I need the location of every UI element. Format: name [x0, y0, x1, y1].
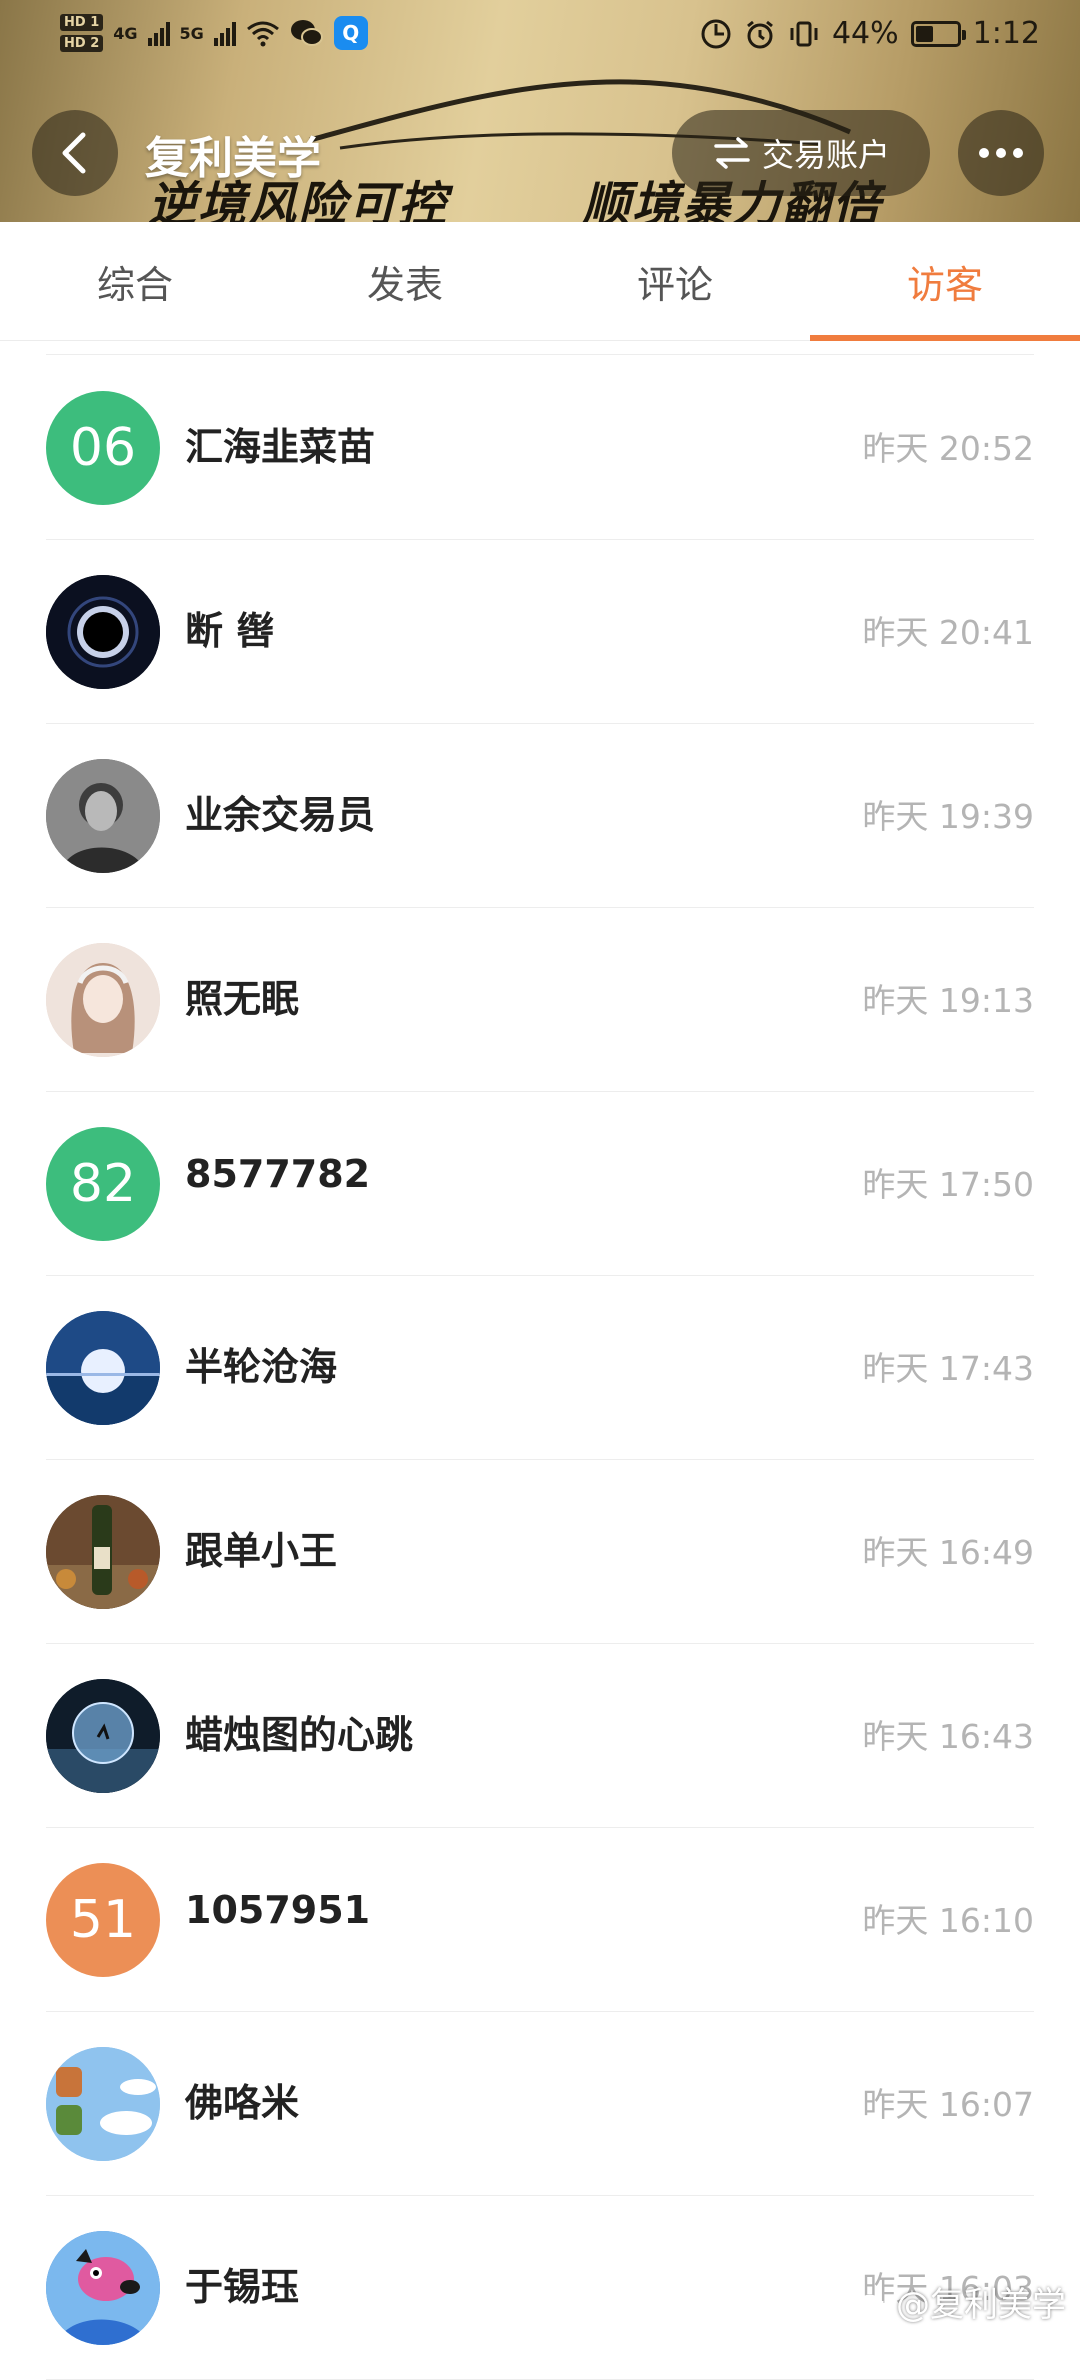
data-saver-icon: [701, 19, 731, 48]
status-bar: HD 1 HD 2 4G 5G Q 44% 1:12: [0, 0, 1080, 80]
visit-time: 昨天 17:50: [862, 1165, 1034, 1204]
more-options-button[interactable]: [958, 110, 1044, 196]
visitor-row[interactable]: 蜡烛图的心跳 昨天 16:43: [0, 1644, 1080, 1828]
visitor-list: 06 汇海韭菜苗 昨天 20:52 断 辔 昨天 20:41 业余交易员 昨天 19:39 照…: [0, 354, 1080, 2380]
wechat-icon: [290, 20, 323, 46]
tab-posts[interactable]: 发表: [270, 222, 540, 340]
number-avatar[interactable]: 51: [46, 1863, 160, 1977]
network-type-1: 4G: [113, 23, 138, 43]
visitor-row[interactable]: 51 1057951 昨天 16:10: [0, 1828, 1080, 2012]
hd-indicator: HD 1 HD 2: [60, 14, 104, 52]
moon-sea-avatar[interactable]: [46, 1311, 160, 1425]
watermark-text: @复利美学: [896, 2285, 1066, 2325]
list-divider: [46, 354, 1034, 355]
visit-time: 昨天 17:43: [862, 1349, 1034, 1388]
visit-time: 昨天 16:10: [862, 1901, 1034, 1940]
signal-icon-2: [213, 20, 236, 46]
chevron-left-icon: [62, 132, 86, 174]
alarm-icon: [747, 20, 773, 48]
cartoon-dog-avatar[interactable]: [46, 2231, 160, 2345]
number-avatar[interactable]: 06: [46, 391, 160, 505]
visitor-row[interactable]: 照无眠 昨天 19:13: [0, 908, 1080, 1092]
network-type-2: 5G: [179, 23, 204, 43]
qq-icon: Q: [333, 16, 368, 50]
watermark: @复利美学: [850, 2277, 1066, 2326]
visitor-name[interactable]: 断 辔: [185, 600, 274, 655]
profile-tabs: 综合 发表 评论 访客: [0, 222, 1080, 341]
visitor-name[interactable]: 跟单小王: [185, 1520, 337, 1575]
sky-cartoon-avatar[interactable]: [46, 2047, 160, 2161]
clock-time: 1:12: [972, 16, 1040, 51]
visit-time: 昨天 16:49: [862, 1533, 1034, 1572]
watermark-logo-icon: [856, 2294, 884, 2316]
hd2-badge: HD 2: [60, 35, 104, 52]
man-portrait-avatar[interactable]: [46, 759, 160, 873]
battery-icon: [910, 20, 966, 47]
back-button[interactable]: [32, 110, 118, 196]
visitor-row[interactable]: 半轮沧海 昨天 17:43: [0, 1276, 1080, 1460]
trading-account-button[interactable]: 交易账户: [672, 110, 930, 196]
visit-time: 昨天 20:41: [862, 613, 1034, 652]
more-dot-icon: [1013, 148, 1023, 158]
tab-comments[interactable]: 评论: [540, 222, 810, 340]
signal-icon: [147, 20, 170, 46]
visitor-name[interactable]: 蜡烛图的心跳: [185, 1704, 413, 1759]
visitor-name[interactable]: 佛咯米: [185, 2072, 299, 2127]
visitor-name[interactable]: 汇海韭菜苗: [185, 416, 375, 471]
visitor-row[interactable]: 断 辔 昨天 20:41: [0, 540, 1080, 724]
visitor-name[interactable]: 业余交易员: [185, 784, 375, 839]
trading-account-label: 交易账户: [761, 136, 890, 174]
header-banner: HD 1 HD 2 4G 5G Q 44% 1:12 逆境风险可控 顺境暴力翻倍…: [0, 0, 1080, 222]
visitor-row[interactable]: 跟单小王 昨天 16:49: [0, 1460, 1080, 1644]
number-avatar[interactable]: 82: [46, 1127, 160, 1241]
visitor-row[interactable]: 佛咯米 昨天 16:07: [0, 2012, 1080, 2196]
visit-time: 昨天 19:39: [862, 797, 1034, 836]
girl-illustration-avatar[interactable]: [46, 943, 160, 1057]
visitor-name[interactable]: 照无眠: [185, 968, 299, 1023]
page-title: 复利美学: [145, 133, 321, 184]
glass-sphere-avatar[interactable]: [46, 1679, 160, 1793]
visitor-name[interactable]: 8577782: [185, 1152, 370, 1196]
tab-visitors[interactable]: 访客: [810, 222, 1080, 341]
visitor-name[interactable]: 1057951: [185, 1888, 370, 1932]
wine-bottle-avatar[interactable]: [46, 1495, 160, 1609]
visitor-row[interactable]: 06 汇海韭菜苗 昨天 20:52: [0, 356, 1080, 540]
eclipse-avatar[interactable]: [46, 575, 160, 689]
visitor-row[interactable]: 业余交易员 昨天 19:39: [0, 724, 1080, 908]
vibrate-icon: [790, 21, 818, 46]
visitor-name[interactable]: 半轮沧海: [185, 1336, 337, 1391]
visitor-name[interactable]: 于锡珏: [185, 2256, 299, 2311]
visit-time: 昨天 19:13: [862, 981, 1034, 1020]
hd1-badge: HD 1: [60, 14, 104, 31]
more-dot-icon: [979, 148, 989, 158]
more-dot-icon: [996, 148, 1006, 158]
swap-arrows-icon: [714, 137, 750, 169]
visit-time: 昨天 16:07: [862, 2085, 1034, 2124]
tab-overview[interactable]: 综合: [0, 222, 270, 340]
visitor-row[interactable]: 82 8577782 昨天 17:50: [0, 1092, 1080, 1276]
battery-percent: 44%: [831, 16, 899, 51]
visit-time: 昨天 20:52: [862, 429, 1034, 468]
wifi-icon: [246, 21, 279, 47]
visit-time: 昨天 16:43: [862, 1717, 1034, 1756]
